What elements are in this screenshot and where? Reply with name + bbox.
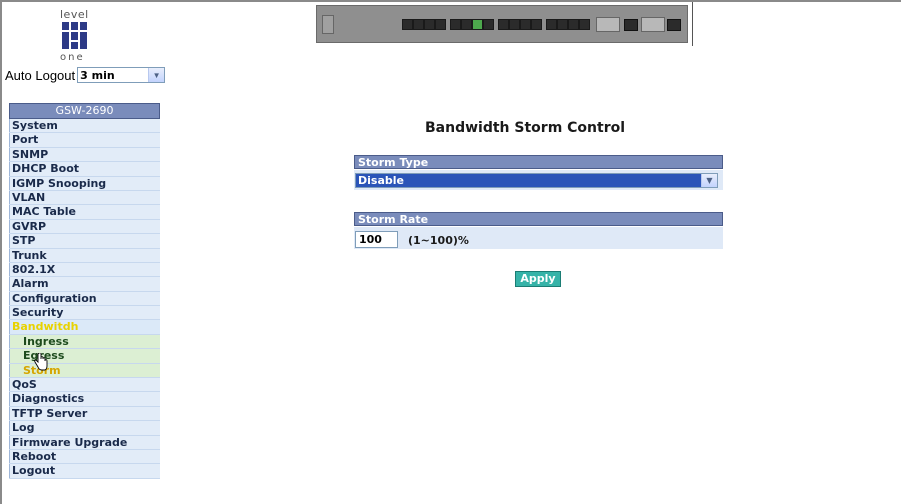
logo-text-top: level: [60, 8, 89, 21]
sidebar-item-igmp-snooping[interactable]: IGMP Snooping: [9, 176, 160, 191]
sidebar-item-log[interactable]: Log: [9, 421, 160, 436]
storm-rate-input[interactable]: 100: [355, 231, 398, 248]
sidebar-item-qos[interactable]: QoS: [9, 378, 160, 393]
apply-button[interactable]: Apply: [515, 271, 561, 287]
sidebar-item-bandwidth[interactable]: Bandwitdh: [9, 320, 160, 335]
sidebar: GSW-2690 System Port SNMP DHCP Boot IGMP…: [9, 103, 160, 479]
switch-front-panel-image: [316, 5, 688, 43]
sidebar-item-snmp[interactable]: SNMP: [9, 147, 160, 163]
storm-type-select[interactable]: Disable ▼: [355, 173, 718, 188]
frame-divider: [692, 2, 693, 46]
sidebar-item-alarm[interactable]: Alarm: [9, 277, 160, 292]
sidebar-item-reboot[interactable]: Reboot: [9, 449, 160, 465]
sidebar-item-configuration[interactable]: Configuration: [9, 291, 160, 307]
sidebar-item-trunk[interactable]: Trunk: [9, 248, 160, 263]
levelone-logo: level one: [48, 8, 98, 64]
sidebar-item-vlan[interactable]: VLAN: [9, 190, 160, 206]
hand-pointer-icon: [34, 353, 48, 371]
sidebar-item-tftp-server[interactable]: TFTP Server: [9, 406, 160, 422]
logo-text-bottom: one: [60, 52, 85, 63]
storm-type-header: Storm Type: [354, 155, 723, 169]
sidebar-item-port[interactable]: Port: [9, 133, 160, 148]
sidebar-item-system[interactable]: System: [9, 119, 160, 134]
levelone-emblem-icon: [62, 22, 87, 49]
auto-logout-select[interactable]: 3 min ▼: [77, 67, 166, 83]
frame-left-border: [0, 0, 2, 504]
storm-rate-header: Storm Rate: [354, 212, 723, 226]
sidebar-subitem-egress[interactable]: Egress: [9, 349, 160, 364]
sidebar-item-diagnostics[interactable]: Diagnostics: [9, 392, 160, 407]
sidebar-item-security[interactable]: Security: [9, 306, 160, 321]
frame-top-border: [0, 0, 901, 2]
sidebar-subitem-storm[interactable]: Storm: [9, 363, 160, 379]
sidebar-title: GSW-2690: [9, 103, 160, 119]
auto-logout: Auto Logout 3 min ▼: [5, 67, 166, 83]
chevron-down-icon[interactable]: ▼: [148, 68, 165, 82]
auto-logout-label: Auto Logout: [5, 67, 76, 83]
page-title: Bandwidth Storm Control: [425, 120, 626, 136]
sidebar-item-logout[interactable]: Logout: [9, 464, 160, 479]
chevron-down-icon[interactable]: ▼: [701, 174, 717, 187]
sidebar-subitem-ingress[interactable]: Ingress: [9, 334, 160, 350]
storm-rate-range-hint: (1~100)%: [408, 234, 469, 247]
sidebar-item-stp[interactable]: STP: [9, 234, 160, 249]
storm-type-value: Disable: [358, 174, 404, 187]
sidebar-item-8021x[interactable]: 802.1X: [9, 262, 160, 278]
auto-logout-value: 3 min: [80, 68, 115, 82]
sidebar-item-firmware-upgrade[interactable]: Firmware Upgrade: [9, 435, 160, 450]
sidebar-item-gvrp[interactable]: GVRP: [9, 219, 160, 235]
sidebar-item-dhcp-boot[interactable]: DHCP Boot: [9, 162, 160, 177]
sidebar-item-mac-table[interactable]: MAC Table: [9, 205, 160, 220]
